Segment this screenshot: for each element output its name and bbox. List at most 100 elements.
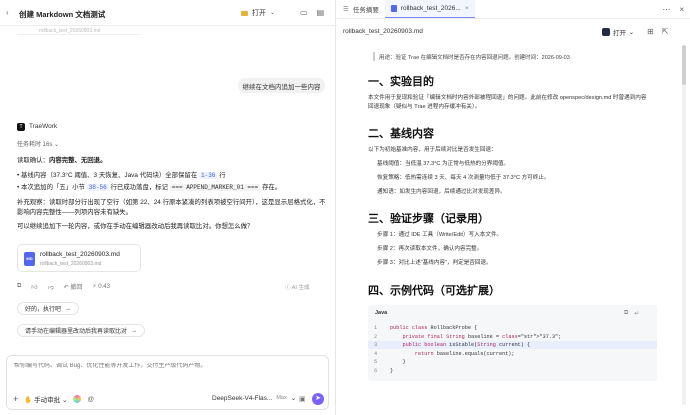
document-filename: rollback_test_20260903.md xyxy=(343,28,423,35)
file-card-name: rollback_test_20260903.md xyxy=(40,251,120,258)
heading-purpose: 一、实验目的 xyxy=(368,76,434,88)
code-toolbar: ⧉ ↵ xyxy=(624,310,639,317)
code-line-number: 5 xyxy=(374,359,378,366)
open-label: 打开 xyxy=(252,10,266,17)
document-pane: ☰ 任务摘要 rollback_test_2026... × ⋯ × rollb… xyxy=(337,0,690,415)
confirm-bold: 内容完整、无回退。 xyxy=(48,157,107,164)
chevron-down-icon: ⌄ xyxy=(54,142,60,148)
send-button[interactable]: ➤ xyxy=(312,393,324,405)
open-in-editor-button[interactable]: 打开 ⌄ xyxy=(602,25,634,39)
model-name: DeepSeek-V4-Flas... xyxy=(212,394,273,402)
markdown-file-icon: MD xyxy=(24,252,35,266)
code-area: 1 public class RollbackProbe {2 private f… xyxy=(368,322,657,379)
list-icon: ☰ xyxy=(343,6,349,13)
export-icon[interactable]: ⇱ xyxy=(662,27,669,37)
image-upload-icon[interactable]: ▣ xyxy=(299,395,306,403)
mention-icon[interactable]: @ xyxy=(87,396,94,403)
code-line-number: 6 xyxy=(374,368,378,374)
wrap-icon[interactable]: ↵ xyxy=(634,310,639,317)
tab-bar: ☰ 任务摘要 rollback_test_2026... × ⋯ × xyxy=(337,0,690,19)
code-line: public class RollbackProbe { xyxy=(390,325,478,331)
copy-icon[interactable]: ⧉ xyxy=(17,283,21,290)
task-status-text: 任务耗时 16s xyxy=(17,142,53,148)
assistant-name: TraeWork xyxy=(29,123,58,130)
section-2-item-2: 恢复策略：低热需连续 3 天、每天 4 次测量均低于 37.3°C 方可终止。 xyxy=(377,175,550,181)
code-line: } xyxy=(390,359,406,366)
suggestion-2-label: 请手动在编辑器里改动后我再读取比对 xyxy=(25,329,128,335)
code-line: public boolean isStable(String current) … xyxy=(402,342,531,349)
observation-line-1: 补充观察：读取时部分行出现了空行（如第 22、24 行原本紧凑的列表项被空行间开… xyxy=(17,199,326,206)
task-status[interactable]: 任务耗时 16s ⌄ xyxy=(17,139,59,148)
section-2-intro: 以下为初始基准内容，用于后续对比是否发生回退： xyxy=(368,147,497,153)
section-2-item-3: 通知语：如发生内容回退，后续通过比对发现差异。 xyxy=(377,189,506,195)
heading-example-code: 四、示例代码（可选扩展） xyxy=(368,285,500,297)
tab-rollback-file[interactable]: rollback_test_2026... × xyxy=(384,0,475,18)
tab-task-summary-label: 任务摘要 xyxy=(352,7,379,14)
chat-pane: ‹ 创建 Markdown 文档测试 打开 ⌄ ▭ ▤ rollback_tes… xyxy=(0,0,336,415)
section-2-item-1: 基线阈值：当低温 37.3°C 为正常与低热的分界阈值。 xyxy=(377,161,510,167)
bullet-2-code: 38-56 xyxy=(86,184,109,191)
section-3-item-3: 步骤 3：对比上述“基线内容”，判定是否回退。 xyxy=(377,260,492,266)
bullet-2-suffix: 存在。 xyxy=(262,184,282,191)
bullet-1-text: 基线内容（37.3°C 阈值、3 天恢复、Java 代码块）全部保留在 xyxy=(21,172,198,179)
code-language: Java xyxy=(375,310,388,316)
thumbs-down-icon[interactable]: 👎︎ xyxy=(48,283,54,291)
ai-generated-note: ⓘ AI 生成 xyxy=(285,285,310,291)
section-3-item-2: 步骤 2：再次读取本文件，确认内容完整。 xyxy=(377,246,483,252)
tab-task-summary[interactable]: ☰ 任务摘要 xyxy=(337,0,385,18)
document-quote: 用途：验证 Trae 在编辑文档时是否存在内容回退问题。创建时间：2026-09… xyxy=(379,55,570,61)
chevron-down-icon: ⌄ xyxy=(290,395,297,402)
arrow-right-icon: → xyxy=(65,305,72,312)
folder-icon xyxy=(241,10,248,16)
mode-label: 手动审批 xyxy=(34,397,61,404)
suggestion-manual-edit[interactable]: 请手动在编辑器里改动后我再读取比对 → xyxy=(17,324,146,337)
bullet-2-marker: === APPEND_MARKER_01 === xyxy=(169,184,261,191)
close-panel-icon[interactable]: × xyxy=(679,5,684,15)
chat-input[interactable] xyxy=(14,363,314,369)
points-value: 0.43 xyxy=(98,284,110,290)
suggestion-execute[interactable]: 好的，执行吧 → xyxy=(17,302,80,315)
heading-baseline: 二、基线内容 xyxy=(368,128,434,140)
send-icon: ➤ xyxy=(315,395,321,402)
quote-bar xyxy=(373,52,375,61)
document-scroll-thumb[interactable] xyxy=(682,45,686,85)
layout-icon[interactable]: ▭ xyxy=(300,8,308,18)
document-toolbar: rollback_test_20260903.md 打开 ⌄ ⊞ ⇱ xyxy=(337,19,690,45)
chat-header: ‹ 创建 Markdown 文档测试 打开 ⌄ ▭ ▤ xyxy=(0,0,336,26)
code-line: } xyxy=(390,368,394,374)
section-1-line-1: 本文件用于复现和验证「编辑文档时内容外部被程回退」的问题。此前在修改 opens… xyxy=(368,95,647,101)
file-card-path: rollback_test_20260903.md xyxy=(40,261,102,267)
open-folder-button[interactable]: 打开 ⌄ xyxy=(235,6,281,20)
model-tag: Max xyxy=(276,395,287,401)
tab-rollback-file-label: rollback_test_2026... xyxy=(400,5,461,12)
confirm-prefix: 读取确认： xyxy=(17,157,49,164)
bullet-1-code: 1-36 xyxy=(199,172,218,179)
undo-button[interactable]: ↶ 撤回 xyxy=(64,282,83,291)
user-message: 继续在文档内追加一些内容 xyxy=(238,78,325,93)
editor-icon xyxy=(602,28,610,36)
terminal-icon[interactable]: ▤ xyxy=(317,8,325,18)
traework-logo-icon: T xyxy=(17,123,25,131)
document-scrollbar[interactable] xyxy=(682,45,686,405)
copy-code-icon[interactable]: ⧉ xyxy=(624,310,628,317)
mode-selector[interactable]: ✋ 手动审批 ⌄ xyxy=(24,394,67,404)
thumbs-up-icon[interactable]: 👍︎ xyxy=(31,283,37,291)
followup-question: 可以继续追加下一轮内容，或你在手动在编辑器改动后我再读取比对。你想怎么做？ xyxy=(17,223,254,230)
ai-note-text: AI 生成 xyxy=(291,285,310,291)
message-actions: ⧉ 👍︎ 👎︎ ↶ 撤回 ⚡ 0.43 xyxy=(17,282,110,291)
back-icon[interactable]: ‹ xyxy=(6,8,9,18)
code-line: return baseline.equals(current); xyxy=(414,350,515,357)
model-selector[interactable]: DeepSeek-V4-Flas... Max ⌄ xyxy=(212,394,297,403)
color-palette-icon[interactable] xyxy=(73,395,82,403)
add-icon[interactable]: + xyxy=(13,394,18,404)
split-view-icon[interactable]: ⊞ xyxy=(647,27,654,37)
points-badge: ⚡ 0.43 xyxy=(92,284,110,290)
more-icon[interactable]: ⋯ xyxy=(662,5,670,15)
bullet-1: • 基线内容（37.3°C 阈值、3 天恢复、Java 代码块）全部保留在 1-… xyxy=(17,172,226,179)
file-card[interactable]: MD rollback_test_20260903.md rollback_te… xyxy=(17,244,141,272)
bullet-2-text: 本次追加的「五」小节 xyxy=(21,184,85,191)
previous-file-name: rollback_test_20260903.md xyxy=(39,28,101,34)
section-3-item-1: 步骤 1：通过 IDE 工具（Write/Edit）写入本文件。 xyxy=(377,232,503,238)
close-icon[interactable]: × xyxy=(465,5,469,12)
code-line: private final String baseline = class="s… xyxy=(402,333,562,340)
